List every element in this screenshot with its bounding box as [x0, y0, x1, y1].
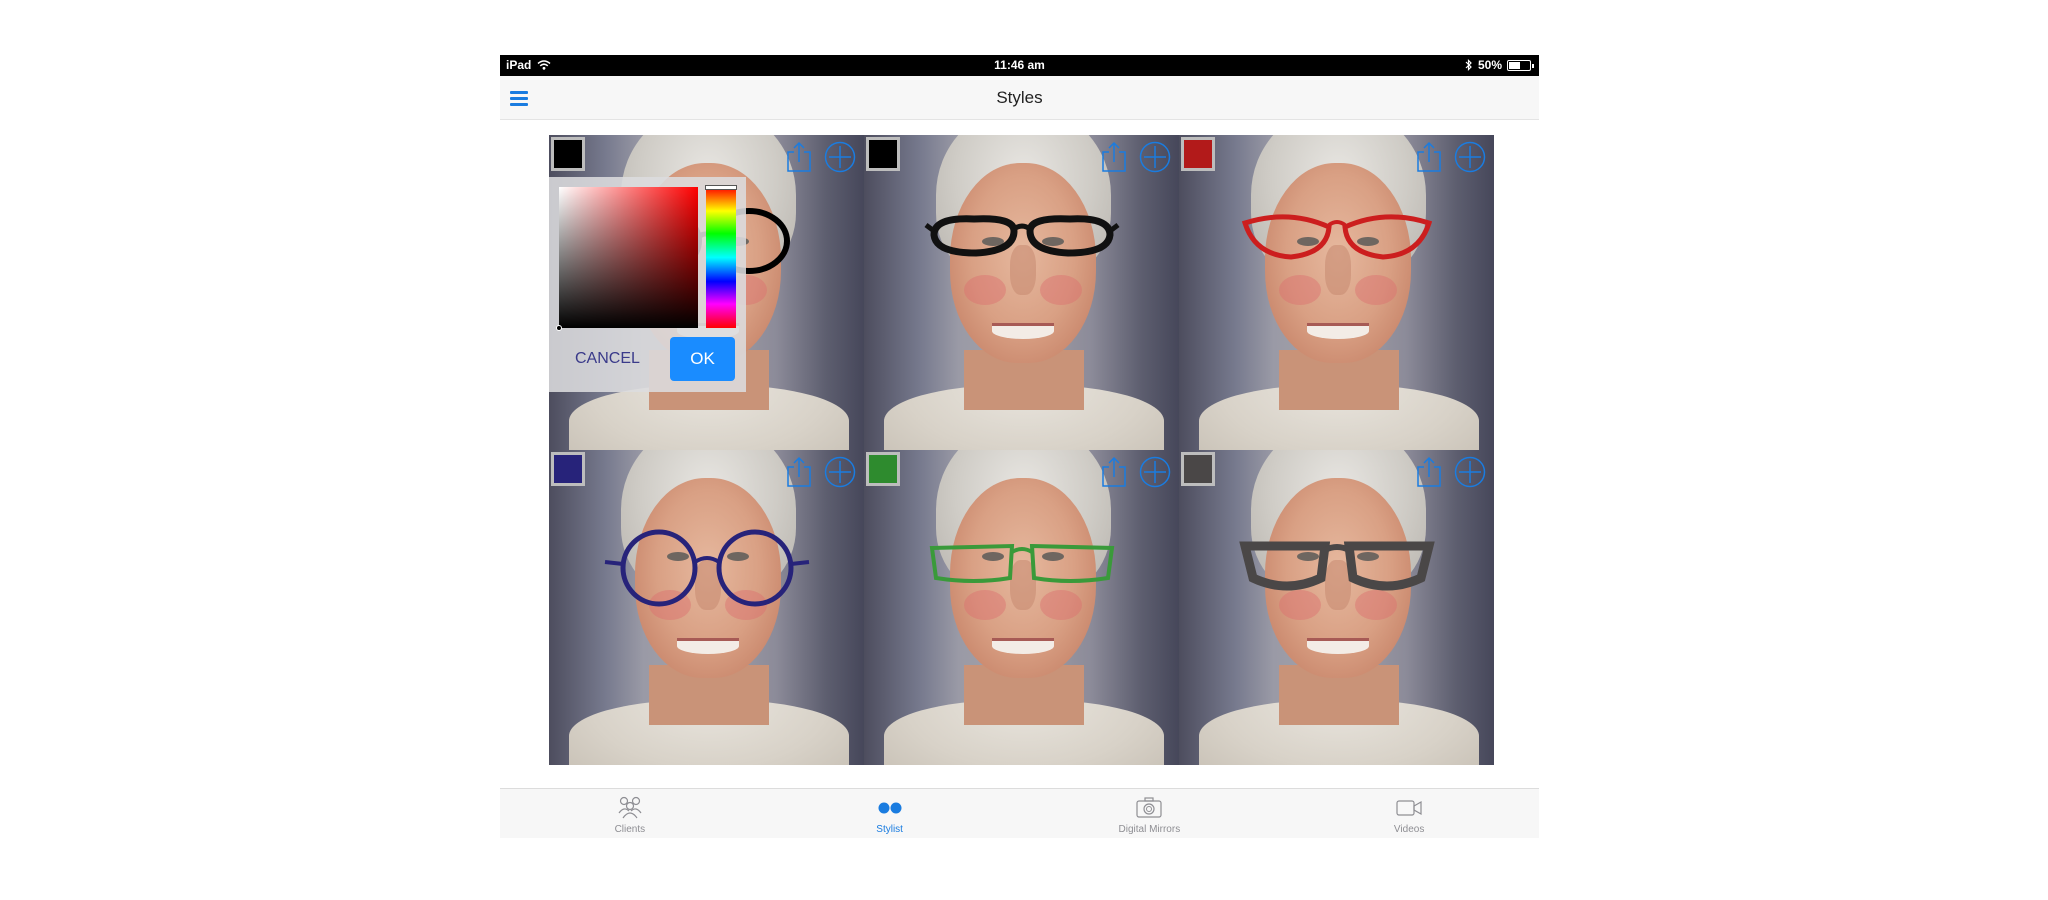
add-circle-icon[interactable]: [824, 141, 856, 173]
status-bar: iPad 11:46 am 50%: [500, 55, 1539, 76]
share-icon[interactable]: [1415, 456, 1443, 488]
style-cell[interactable]: [549, 450, 864, 765]
swatch-color: [869, 455, 897, 483]
style-cell[interactable]: [864, 135, 1179, 450]
ipad-screen: iPad 11:46 am 50% Styles CANCEL OK Clien…: [500, 55, 1539, 838]
saturation-brightness-square[interactable]: [556, 187, 698, 331]
photo-cheek: [649, 590, 691, 620]
photo-cheek: [1040, 275, 1082, 305]
camera-icon: [1136, 797, 1162, 818]
photo-cheek: [725, 590, 767, 620]
style-cell[interactable]: [1179, 450, 1494, 765]
photo-cheek: [1355, 590, 1397, 620]
photo-mouth: [1307, 323, 1369, 339]
page-title: Styles: [996, 88, 1043, 107]
add-circle-icon[interactable]: [1139, 456, 1171, 488]
color-swatch-button[interactable]: [866, 452, 900, 486]
style-cell[interactable]: [864, 450, 1179, 765]
swatch-color: [869, 140, 897, 168]
photo-eye: [1357, 552, 1379, 561]
photo-nose: [1325, 245, 1351, 295]
color-swatch-button[interactable]: [866, 137, 900, 171]
share-icon[interactable]: [1100, 456, 1128, 488]
color-swatch-button[interactable]: [551, 137, 585, 171]
swatch-color: [1184, 455, 1212, 483]
add-circle-icon[interactable]: [1454, 456, 1486, 488]
color-cursor[interactable]: [556, 325, 562, 331]
photo-mouth: [1307, 638, 1369, 654]
color-swatch-button[interactable]: [1181, 452, 1215, 486]
photo-nose: [1010, 245, 1036, 295]
stylist-dots-icon: [878, 802, 902, 814]
photo-eye: [1042, 552, 1064, 561]
swatch-color: [1184, 140, 1212, 168]
photo-nose: [1010, 560, 1036, 610]
share-icon[interactable]: [1100, 141, 1128, 173]
cancel-button[interactable]: CANCEL: [575, 342, 645, 376]
photo-eye: [1297, 237, 1319, 246]
color-swatch-button[interactable]: [551, 452, 585, 486]
status-time: 11:46 am: [994, 58, 1045, 72]
tab-label-digital-mirrors: Digital Mirrors: [1118, 824, 1181, 835]
add-circle-icon[interactable]: [1454, 141, 1486, 173]
clients-group-icon: [618, 796, 642, 819]
tab-label-clients: Clients: [614, 824, 646, 835]
photo-cheek: [1040, 590, 1082, 620]
photo-nose: [1325, 560, 1351, 610]
photo-cheek: [1279, 275, 1321, 305]
battery-icon: [1507, 59, 1534, 71]
photo-cheek: [1355, 275, 1397, 305]
photo-eye: [982, 552, 1004, 561]
navigation-bar: Styles: [500, 76, 1539, 120]
photo-eye: [982, 237, 1004, 246]
tab-label-videos: Videos: [1393, 824, 1425, 835]
photo-eye: [1297, 552, 1319, 561]
share-icon[interactable]: [785, 456, 813, 488]
ok-button[interactable]: OK: [670, 337, 735, 381]
battery-percent: 50%: [1477, 58, 1502, 72]
share-icon[interactable]: [785, 141, 813, 173]
tab-bar: Clients Stylist Digital Mirrors Videos: [500, 788, 1539, 838]
style-cell[interactable]: [1179, 135, 1494, 450]
hue-slider-handle[interactable]: [705, 185, 737, 190]
swatch-color: [554, 140, 582, 168]
share-icon[interactable]: [1415, 141, 1443, 173]
photo-nose: [695, 560, 721, 610]
swatch-color: [554, 455, 582, 483]
bluetooth-icon: [1465, 59, 1472, 71]
hue-slider[interactable]: [705, 185, 737, 328]
photo-eye: [1357, 237, 1379, 246]
photo-eye: [1042, 237, 1064, 246]
tab-digital-mirrors[interactable]: Digital Mirrors: [1020, 789, 1280, 838]
add-circle-icon[interactable]: [824, 456, 856, 488]
photo-cheek: [964, 590, 1006, 620]
photo-mouth: [992, 638, 1054, 654]
photo-eye: [727, 552, 749, 561]
tab-stylist[interactable]: Stylist: [760, 789, 1020, 838]
tab-videos[interactable]: Videos: [1279, 789, 1539, 838]
photo-cheek: [1279, 590, 1321, 620]
tab-clients[interactable]: Clients: [500, 789, 760, 838]
photo-cheek: [964, 275, 1006, 305]
video-camera-icon: [1396, 800, 1422, 816]
photo-mouth: [992, 323, 1054, 339]
add-circle-icon[interactable]: [1139, 141, 1171, 173]
tab-label-stylist: Stylist: [876, 824, 903, 835]
color-picker-popover: CANCEL OK: [549, 177, 746, 392]
photo-mouth: [677, 638, 739, 654]
photo-eye: [667, 552, 689, 561]
color-swatch-button[interactable]: [1181, 137, 1215, 171]
